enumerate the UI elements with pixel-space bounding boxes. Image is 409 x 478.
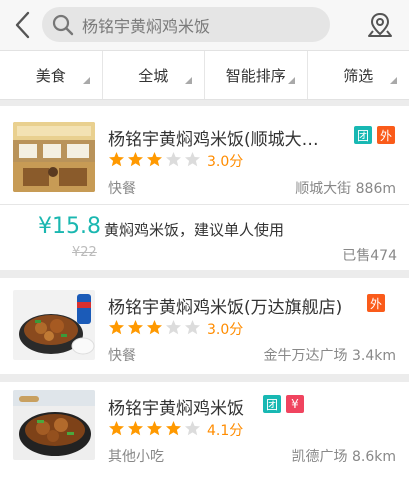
star-icon: [128, 320, 143, 335]
divider: [0, 204, 409, 205]
map-button[interactable]: [364, 9, 396, 41]
rating-score: 4.1分: [207, 423, 244, 439]
filter-bar: 美食 全城 智能排序 筛选: [0, 50, 409, 100]
shop-category: 其他小吃: [108, 449, 164, 465]
star-icon: [128, 152, 143, 167]
filter-label: 智能排序: [225, 66, 286, 85]
top-bar: 杨铭宇黄焖鸡米饭: [0, 0, 409, 50]
shop-category: 快餐: [108, 181, 136, 197]
rating-stars: [108, 319, 203, 336]
star-icon: [128, 421, 143, 436]
deal-original-price: ¥22: [72, 245, 97, 260]
shop-name: 杨铭宇黄焖鸡米饭(万达旗舰店): [108, 298, 343, 318]
shop-photo: [13, 390, 95, 460]
shop-location: 顺城大街 886m: [295, 181, 396, 197]
star-icon: [147, 421, 162, 436]
filter-label: 全城: [138, 66, 169, 85]
star-icon: [166, 320, 181, 335]
deal-price: ¥15.8: [38, 214, 101, 239]
discount-badge: ¥: [286, 395, 304, 413]
star-icon: [185, 320, 200, 335]
rating-stars: [108, 420, 203, 437]
shop-card[interactable]: 杨铭宇黄焖鸡米饭(顺城大… 团 外 3.0分 快餐 顺城大街 886m ¥15.…: [0, 106, 409, 270]
rating-score: 3.0分: [207, 322, 244, 338]
rating-score: 3.0分: [207, 154, 244, 170]
shop-category: 快餐: [108, 348, 136, 364]
dropdown-triangle-icon: [287, 77, 295, 84]
shop-card[interactable]: 杨铭宇黄焖鸡米饭 团 ¥ 4.1分 其他小吃 凯德广场 8.6km: [0, 382, 409, 478]
search-icon: [52, 14, 74, 36]
map-pin-icon: [368, 12, 392, 37]
filter-more[interactable]: 筛选: [308, 51, 409, 99]
shop-photo: [13, 122, 95, 192]
delivery-badge: 外: [377, 126, 395, 144]
search-input[interactable]: 杨铭宇黄焖鸡米饭: [42, 7, 330, 42]
deal-description: 黄焖鸡米饭，建议单人使用: [104, 221, 285, 239]
shop-card[interactable]: 杨铭宇黄焖鸡米饭(万达旗舰店) 外 3.0分 快餐 金牛万达广场 3.4km: [0, 278, 409, 374]
star-icon: [109, 320, 124, 335]
filter-label: 美食: [35, 66, 66, 85]
group-buy-badge: 团: [263, 395, 281, 413]
dropdown-triangle-icon: [82, 77, 90, 84]
star-icon: [109, 152, 124, 167]
shop-photo: [13, 290, 95, 360]
deal-sold-count: 已售474: [342, 248, 397, 264]
star-icon: [147, 152, 162, 167]
star-icon: [185, 152, 200, 167]
shop-name: 杨铭宇黄焖鸡米饭: [108, 399, 244, 419]
back-button[interactable]: [8, 8, 36, 42]
star-icon: [185, 421, 200, 436]
star-icon: [166, 152, 181, 167]
dropdown-triangle-icon: [185, 77, 192, 84]
filter-sort[interactable]: 智能排序: [205, 51, 308, 99]
shop-name: 杨铭宇黄焖鸡米饭(顺城大…: [108, 130, 319, 150]
shop-location: 凯德广场 8.6km: [291, 449, 396, 465]
filter-category[interactable]: 美食: [0, 51, 103, 99]
shop-location: 金牛万达广场 3.4km: [263, 348, 396, 364]
dropdown-triangle-icon: [390, 77, 397, 84]
chevron-left-icon: [15, 11, 30, 39]
rating-stars: [108, 151, 203, 168]
star-icon: [147, 320, 162, 335]
star-icon: [109, 421, 124, 436]
star-icon: [166, 421, 181, 436]
filter-label: 筛选: [343, 66, 374, 85]
delivery-badge: 外: [367, 294, 385, 312]
group-buy-badge: 团: [354, 126, 372, 144]
search-query-text: 杨铭宇黄焖鸡米饭: [82, 16, 211, 36]
filter-area[interactable]: 全城: [103, 51, 205, 99]
